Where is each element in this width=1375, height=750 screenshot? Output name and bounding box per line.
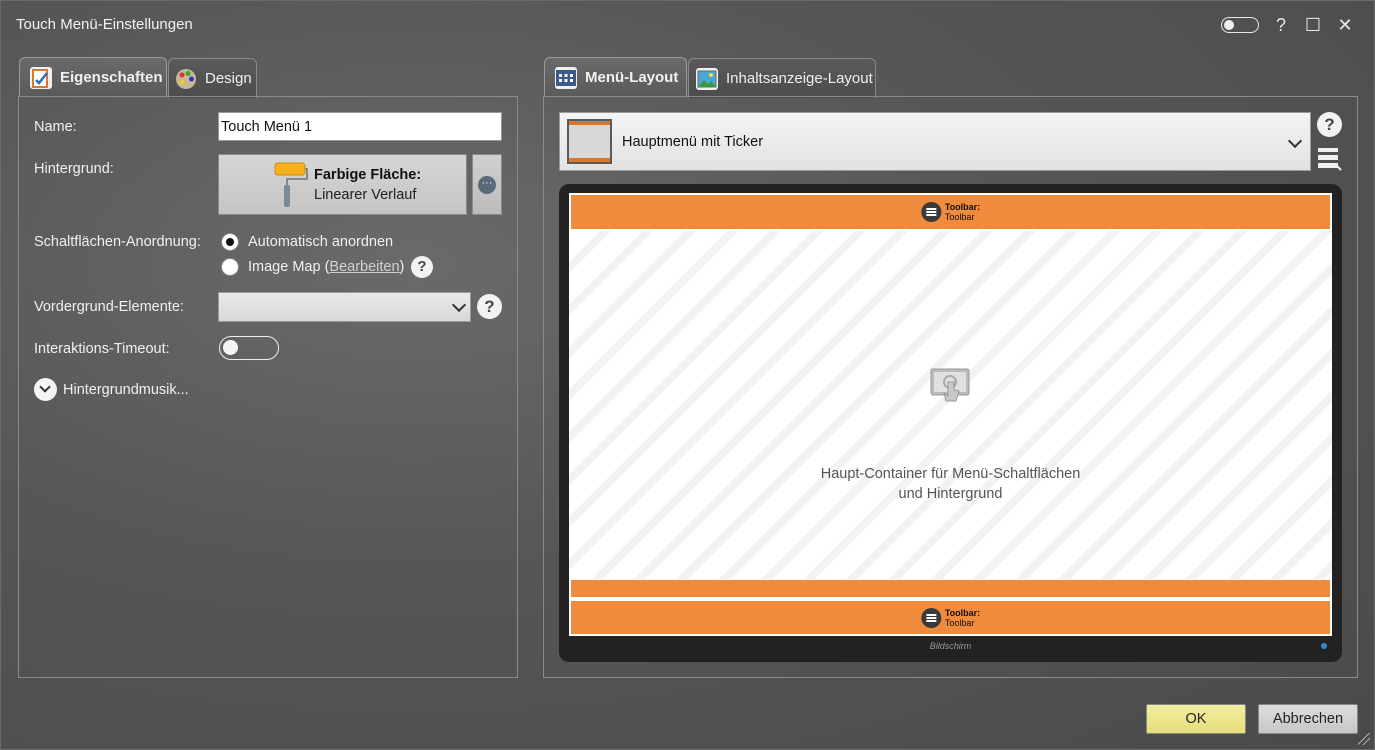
background-label: Hintergrund: bbox=[34, 161, 114, 177]
arrangement-label: Schaltflächen-Anordnung: bbox=[34, 234, 201, 250]
timeout-label: Interaktions-Timeout: bbox=[34, 341, 170, 357]
tab-label: Eigenschaften bbox=[60, 69, 163, 86]
power-led bbox=[1321, 643, 1327, 649]
radio-image-map[interactable] bbox=[221, 258, 239, 276]
main-container[interactable]: Haupt-Container für Menü-Schaltflächen u… bbox=[569, 231, 1332, 579]
layout-select[interactable]: Hauptmenü mit Ticker bbox=[559, 112, 1311, 171]
foreground-help-icon[interactable]: ? bbox=[477, 294, 502, 319]
toolbar-sub: Toolbar bbox=[944, 212, 975, 222]
edit-layout-icon[interactable] bbox=[1317, 146, 1343, 172]
toolbar-title: Toolbar: bbox=[944, 607, 981, 618]
maximize-button[interactable]: ☐ bbox=[1301, 13, 1325, 37]
layout-selected: Hauptmenü mit Ticker bbox=[622, 134, 764, 150]
background-type: Farbige Fläche: bbox=[314, 167, 422, 183]
background-music-label[interactable]: Hintergrundmusik... bbox=[63, 382, 189, 398]
main-container-text: Haupt-Container für Menü-Schaltflächen u… bbox=[569, 464, 1332, 504]
toolbar-content: Toolbar: Toolbar bbox=[920, 202, 980, 222]
toggle-knob bbox=[1224, 20, 1234, 30]
title-bar: Touch Menü-Einstellungen ? ☐ ✕ bbox=[1, 1, 1374, 47]
tab-label: Inhaltsanzeige-Layout bbox=[726, 70, 873, 87]
name-input[interactable] bbox=[218, 112, 502, 141]
toggle-knob bbox=[223, 340, 238, 355]
bottom-toolbar[interactable]: Toolbar: Toolbar bbox=[569, 599, 1332, 636]
cancel-button[interactable]: Abbrechen bbox=[1258, 704, 1358, 734]
background-subtype: Linearer Verlauf bbox=[314, 187, 417, 203]
chevron-down-icon bbox=[451, 297, 467, 313]
image-map-close-paren: ) bbox=[399, 259, 405, 275]
screen-label: Bildschirm bbox=[929, 641, 972, 651]
dialog-window: Touch Menü-Einstellungen ? ☐ ✕ Eigenscha… bbox=[0, 0, 1375, 750]
ok-button[interactable]: OK bbox=[1146, 704, 1246, 734]
image-map-label: Image Map (Bearbeiten) bbox=[248, 259, 404, 275]
window-title: Touch Menü-Einstellungen bbox=[16, 16, 193, 33]
background-more-button[interactable]: ··· bbox=[472, 154, 502, 215]
layout-help-icon[interactable]: ? bbox=[1317, 112, 1342, 137]
menu-icon bbox=[920, 607, 941, 628]
top-toolbar[interactable]: Toolbar: Toolbar bbox=[569, 193, 1332, 231]
picture-icon bbox=[696, 67, 718, 90]
ticker-bar[interactable] bbox=[569, 579, 1332, 599]
paint-roller-icon bbox=[274, 162, 308, 207]
tab-design[interactable]: Design bbox=[168, 58, 257, 98]
resize-grip[interactable] bbox=[1358, 733, 1370, 745]
image-map-help-icon[interactable]: ? bbox=[411, 256, 433, 278]
touch-screen-icon bbox=[930, 368, 970, 402]
title-toggle[interactable] bbox=[1221, 17, 1259, 33]
image-map-text: Image Map ( bbox=[248, 259, 330, 275]
auto-arrange-label: Automatisch anordnen bbox=[248, 234, 394, 250]
toolbar-sub: Toolbar bbox=[944, 617, 975, 628]
tab-eigenschaften[interactable]: Eigenschaften bbox=[19, 57, 167, 97]
screen-preview: Toolbar: Toolbar Haupt-Container für Menü… bbox=[559, 184, 1342, 662]
expand-music-icon[interactable] bbox=[34, 378, 57, 401]
layout-thumbnail bbox=[567, 119, 612, 164]
foreground-label: Vordergrund-Elemente: bbox=[34, 299, 184, 315]
radio-auto-arrange[interactable] bbox=[221, 233, 239, 251]
help-button[interactable]: ? bbox=[1269, 13, 1293, 37]
toolbar-content: Toolbar: Toolbar bbox=[920, 607, 980, 628]
more-icon: ··· bbox=[478, 176, 496, 194]
toolbar-title: Toolbar: bbox=[944, 202, 981, 212]
tab-menu-layout[interactable]: Menü-Layout bbox=[544, 57, 687, 97]
toolbar-text: Toolbar: Toolbar bbox=[945, 202, 980, 222]
palette-icon bbox=[175, 68, 197, 90]
foreground-select[interactable] bbox=[218, 292, 471, 322]
content-line-1: Haupt-Container für Menü-Schaltflächen bbox=[820, 466, 1081, 482]
properties-icon bbox=[30, 66, 52, 89]
name-label: Name: bbox=[34, 119, 77, 135]
chevron-down-icon bbox=[1287, 133, 1303, 149]
tab-label: Design bbox=[205, 70, 252, 87]
grid-icon bbox=[555, 66, 577, 89]
menu-icon bbox=[920, 202, 941, 222]
tab-label: Menü-Layout bbox=[585, 69, 679, 86]
toolbar-text: Toolbar: Toolbar bbox=[945, 608, 980, 628]
background-button[interactable]: Farbige Fläche: Linearer Verlauf bbox=[218, 154, 467, 215]
tab-content-layout[interactable]: Inhaltsanzeige-Layout bbox=[688, 58, 876, 98]
timeout-toggle[interactable] bbox=[219, 336, 279, 360]
content-line-2: und Hintergrund bbox=[898, 486, 1003, 502]
edit-image-map-link[interactable]: Bearbeiten bbox=[329, 259, 399, 275]
close-button[interactable]: ✕ bbox=[1333, 13, 1357, 37]
